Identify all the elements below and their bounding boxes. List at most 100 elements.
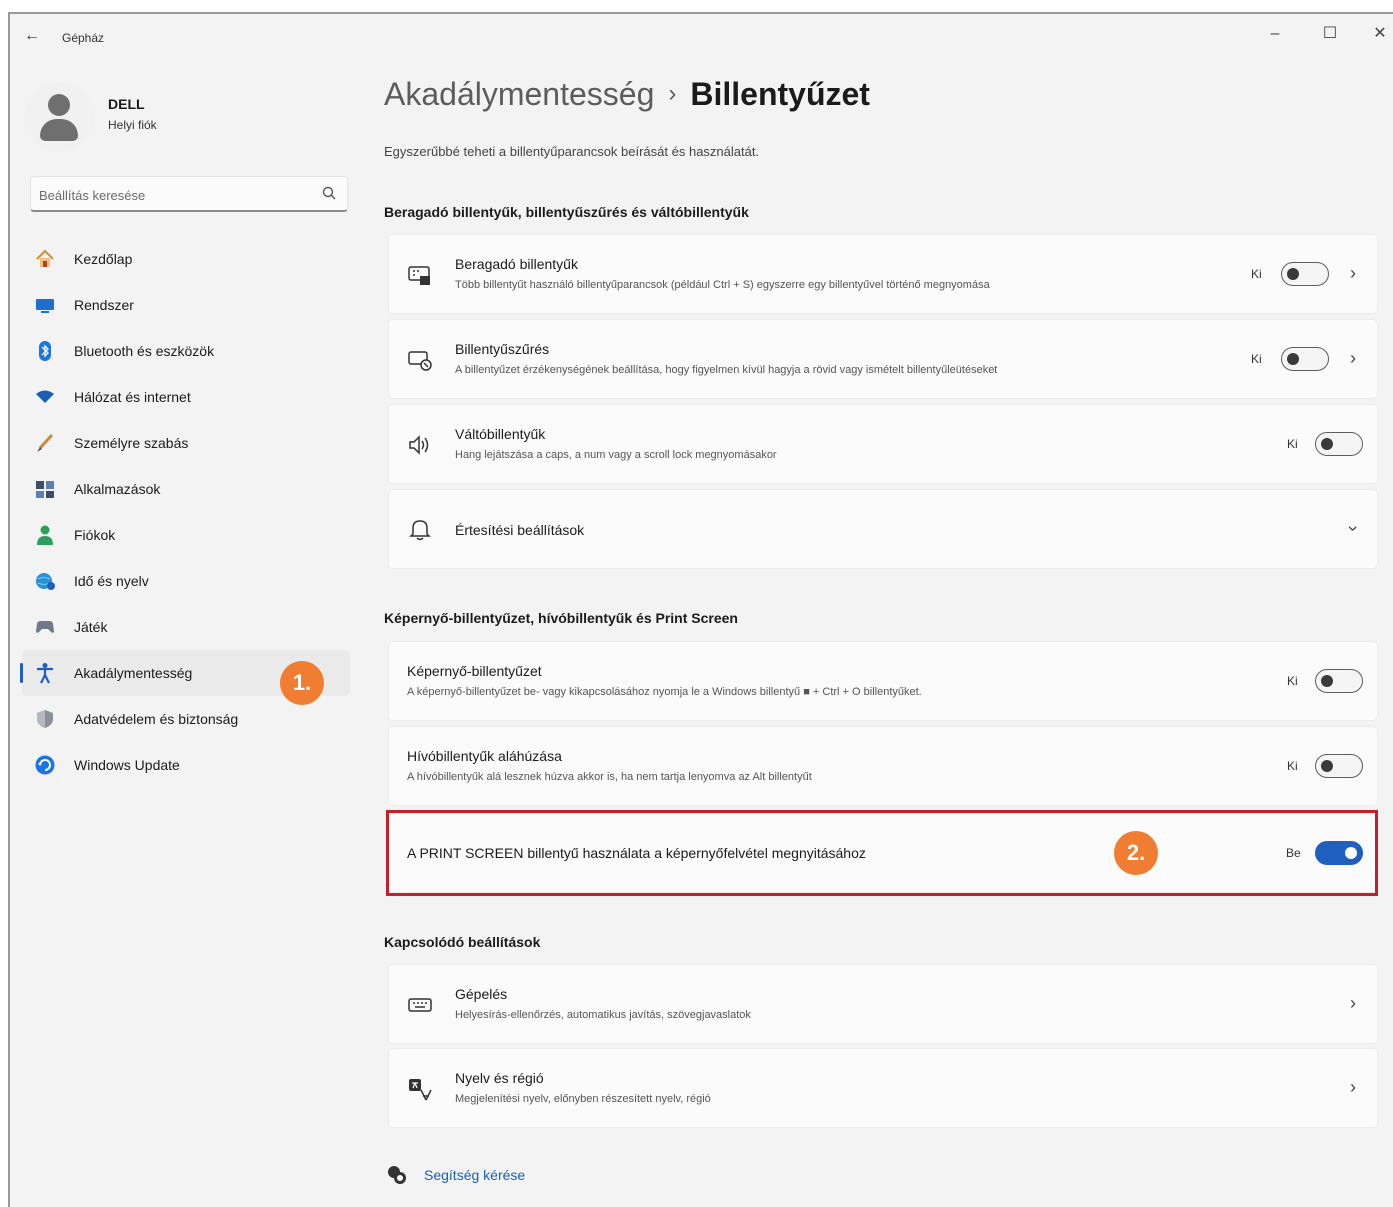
language-icon — [409, 1079, 432, 1101]
sidebar-item-label: Idő és nyelv — [74, 573, 149, 589]
home-icon — [36, 249, 54, 267]
language-region-description: Megjelenítési nyelv, előnyben részesítet… — [455, 1093, 711, 1105]
profile-account-type: Helyi fiók — [108, 118, 157, 132]
on-screen-keyboard-title: Képernyő-billentyűzet — [407, 663, 542, 679]
toggle-keys-title: Váltóbillentyűk — [455, 426, 546, 442]
sidebar-item-label: Kezdőlap — [74, 251, 133, 267]
search-input[interactable] — [39, 185, 309, 205]
toggle-keys-toggle[interactable] — [1315, 432, 1363, 456]
typing-card[interactable]: Gépelés Helyesírás-ellenőrzés, automatik… — [388, 964, 1378, 1044]
access-keys-state: Ki — [1287, 759, 1298, 773]
help-icon — [388, 1166, 406, 1184]
update-icon — [35, 755, 55, 775]
speaker-icon — [409, 435, 429, 455]
sidebar-item-apps[interactable]: Alkalmazások — [22, 466, 350, 512]
settings-search — [30, 176, 348, 212]
filter-keys-card[interactable]: Billentyűszűrés A billentyűzet érzékenys… — [388, 319, 1378, 399]
user-profile[interactable]: DELL Helyi fiók — [24, 76, 354, 156]
gamepad-icon — [36, 621, 54, 633]
toggle-keys-state: Ki — [1287, 437, 1298, 451]
sticky-keys-card[interactable]: Beragadó billentyűk Több billentyűt hasz… — [388, 234, 1378, 314]
sidebar-nav: Kezdőlap Rendszer Bluetooth és eszközök … — [20, 236, 352, 788]
step-badge-1: 1. — [280, 661, 324, 705]
filter-keys-toggle[interactable] — [1281, 347, 1329, 371]
sidebar-item-label: Adatvédelem és biztonság — [74, 711, 239, 727]
page-description: Egyszerűbbé teheti a billentyűparancsok … — [384, 144, 760, 159]
accessibility-icon — [37, 663, 53, 684]
highlight-box — [386, 810, 1378, 896]
breadcrumb: Akadálymentesség › Billentyűzet — [384, 76, 870, 113]
notification-settings-card[interactable]: Értesítési beállítások › — [388, 489, 1378, 569]
sidebar-item-gaming[interactable]: Játék — [22, 604, 350, 650]
access-keys-toggle[interactable] — [1315, 754, 1363, 778]
sidebar-item-network[interactable]: Hálózat és internet — [22, 374, 350, 420]
sidebar-item-label: Rendszer — [74, 297, 134, 313]
chevron-right-icon[interactable]: › — [1343, 1077, 1363, 1098]
brush-icon — [37, 433, 54, 452]
section-title-sticky: Beragadó billentyűk, billentyűszűrés és … — [384, 204, 749, 220]
sidebar-item-label: Windows Update — [74, 757, 180, 773]
on-screen-keyboard-card: Képernyő-billentyűzet A képernyő-billent… — [388, 641, 1378, 721]
sidebar-item-time-language[interactable]: Idő és nyelv — [22, 558, 350, 604]
chevron-right-icon[interactable]: › — [1343, 993, 1363, 1014]
search-icon[interactable] — [321, 185, 337, 201]
main-content: Akadálymentesség › Billentyűzet Egyszerűbb… — [384, 14, 1384, 1207]
notification-settings-title: Értesítési beállítások — [455, 522, 585, 538]
on-screen-keyboard-state: Ki — [1287, 674, 1298, 688]
sticky-keys-description: Több billentyűt használó billentyűparanc… — [455, 279, 990, 291]
step-badge-2: 2. — [1114, 831, 1158, 875]
language-region-card[interactable]: Nyelv és régió Megjelenítési nyelv, előn… — [388, 1048, 1378, 1128]
breadcrumb-separator: › — [668, 80, 677, 107]
breadcrumb-parent[interactable]: Akadálymentesség — [384, 76, 654, 112]
back-button[interactable]: ← — [20, 26, 44, 46]
sidebar-item-label: Személyre szabás — [74, 435, 189, 451]
chevron-right-icon[interactable]: › — [1343, 263, 1363, 284]
chevron-down-icon[interactable]: › — [1343, 519, 1364, 539]
sidebar-item-system[interactable]: Rendszer — [22, 282, 350, 328]
apps-icon — [36, 481, 54, 498]
filter-keys-title: Billentyűszűrés — [455, 341, 550, 357]
system-icon — [36, 299, 54, 313]
sidebar-item-label: Bluetooth és eszközök — [74, 343, 215, 359]
typing-description: Helyesírás-ellenőrzés, automatikus javít… — [455, 1009, 751, 1021]
sidebar-item-label: Fiókok — [74, 527, 116, 543]
section-title-osk: Képernyő-billentyűzet, hívóbillentyűk és… — [384, 610, 738, 626]
sidebar-item-label: Alkalmazások — [74, 481, 161, 497]
sidebar-item-accounts[interactable]: Fiókok — [22, 512, 350, 558]
sidebar-item-home[interactable]: Kezdőlap — [22, 236, 350, 282]
typing-title: Gépelés — [455, 986, 508, 1002]
sidebar-item-bluetooth[interactable]: Bluetooth és eszközök — [22, 328, 350, 374]
sidebar-item-label: Játék — [74, 619, 108, 635]
sidebar-item-label: Hálózat és internet — [74, 389, 191, 405]
language-region-title: Nyelv és régió — [455, 1070, 544, 1086]
keyboard-filter-icon — [408, 351, 432, 371]
sidebar-item-label: Akadálymentesség — [74, 665, 193, 681]
access-keys-description: A hívóbillentyűk alá lesznek húzva akkor… — [407, 771, 812, 783]
sticky-keys-toggle[interactable] — [1281, 262, 1329, 286]
sticky-keys-state: Ki — [1251, 267, 1262, 281]
sidebar-item-personalization[interactable]: Személyre szabás — [22, 420, 350, 466]
sticky-keys-title: Beragadó billentyűk — [455, 256, 578, 272]
on-screen-keyboard-description: A képernyő-billentyűzet be- vagy kikapcs… — [407, 686, 922, 698]
shield-icon — [37, 710, 53, 728]
keyboard-lock-icon — [408, 266, 430, 285]
page-title: Billentyűzet — [690, 76, 870, 112]
keyboard-icon — [408, 998, 432, 1012]
filter-keys-state: Ki — [1251, 352, 1262, 366]
toggle-keys-description: Hang lejátszása a caps, a num vagy a scr… — [455, 449, 777, 461]
filter-keys-description: A billentyűzet érzékenységének beállítás… — [455, 364, 998, 376]
wifi-icon — [36, 390, 54, 403]
toggle-keys-card: Váltóbillentyűk Hang lejátszása a caps, … — [388, 404, 1378, 484]
app-title: Gépház — [62, 31, 105, 45]
chevron-right-icon[interactable]: › — [1343, 348, 1363, 369]
sidebar-item-windows-update[interactable]: Windows Update — [22, 742, 350, 788]
access-keys-title: Hívóbillentyűk aláhúzása — [407, 748, 562, 764]
bluetooth-icon — [39, 341, 51, 361]
globe-clock-icon — [36, 573, 55, 590]
avatar — [24, 82, 94, 152]
on-screen-keyboard-toggle[interactable] — [1315, 669, 1363, 693]
access-keys-card: Hívóbillentyűk aláhúzása A hívóbillentyű… — [388, 726, 1378, 806]
get-help-link[interactable]: Segítség kérése — [424, 1167, 525, 1183]
profile-name: DELL — [108, 96, 145, 112]
bell-icon — [409, 520, 431, 541]
